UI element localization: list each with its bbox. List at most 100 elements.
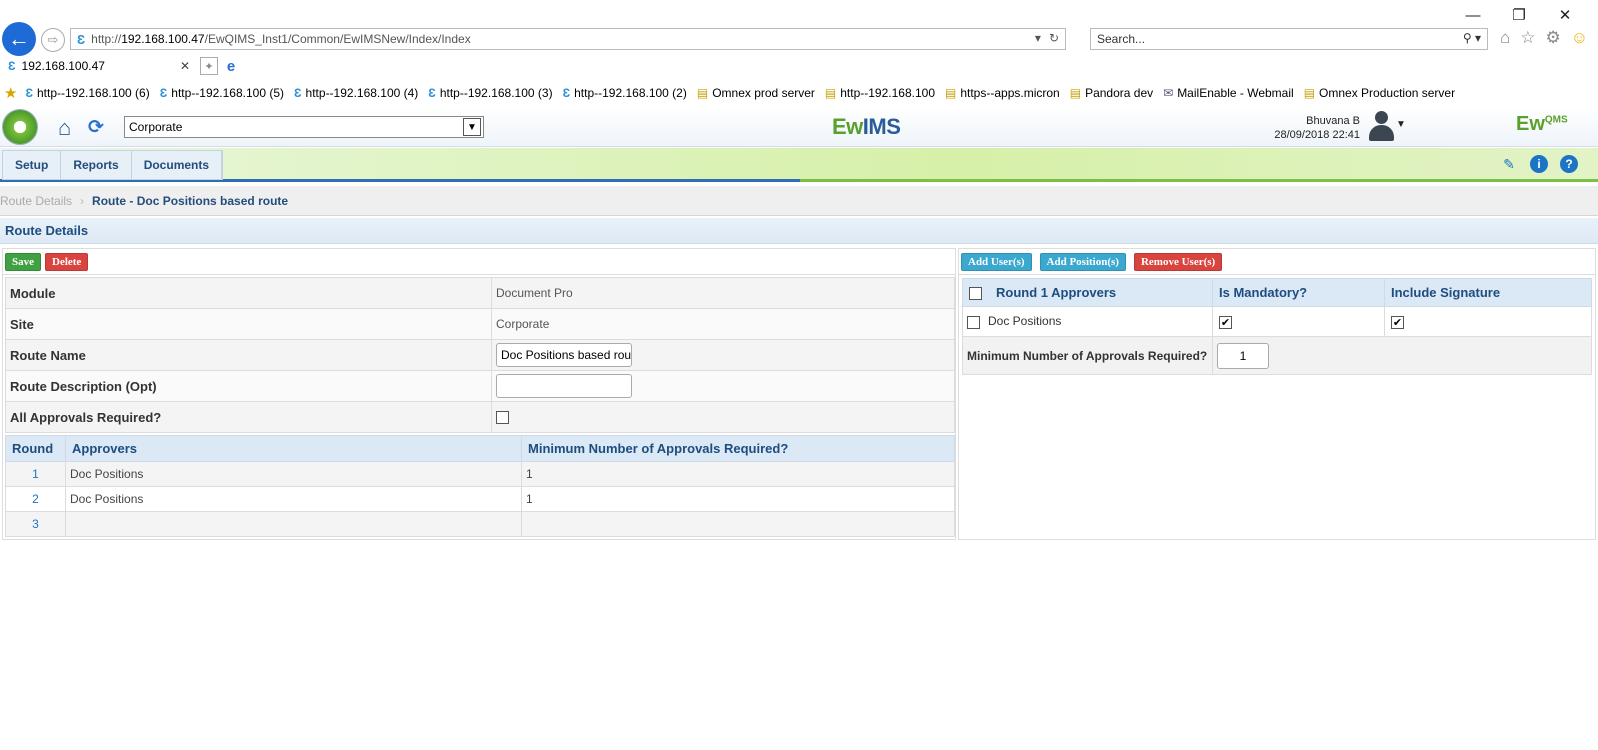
form-row-route-name: Route Name Doc Positions based rou — [5, 339, 955, 371]
home-icon[interactable]: ⌂ — [1500, 28, 1510, 48]
favorite-label: Pandora dev — [1085, 86, 1154, 100]
table-row[interactable]: 2 Doc Positions 1 — [5, 486, 955, 512]
help-icon[interactable]: ? — [1560, 155, 1578, 173]
minimize-button[interactable]: — — [1450, 4, 1496, 26]
pin-icon[interactable]: ✎ — [1500, 155, 1518, 173]
favorite-link[interactable]: ▤ http--192.168.100 — [825, 86, 935, 100]
favorite-link[interactable]: Ɛhttp--192.168.100 (4) — [294, 86, 418, 100]
favorite-link[interactable]: ▤ https--apps.micron — [945, 86, 1060, 100]
dropdown-caret-icon[interactable]: ▾ — [1035, 31, 1041, 45]
min-approvals-cell: 1 — [521, 461, 955, 487]
favorite-link[interactable]: Ɛhttp--192.168.100 (3) — [428, 86, 552, 100]
browser-search-input[interactable]: Search... ⚲ ▾ — [1090, 28, 1488, 50]
min-approvals-input[interactable]: 1 — [1217, 342, 1269, 369]
favorite-link[interactable]: ▤ Omnex prod server — [697, 86, 815, 100]
url-prefix: http:// — [91, 32, 122, 46]
close-window-button[interactable]: ✕ — [1542, 4, 1588, 26]
app-logo[interactable] — [2, 109, 38, 145]
ewims-favicon-icon: Ɛ — [562, 86, 571, 100]
favorite-link[interactable]: ▤ Omnex Production server — [1304, 86, 1455, 100]
module-label: Module — [5, 277, 492, 309]
address-bar[interactable]: Ɛ http:// 192.168.100.47 /EwQIMS_Inst1/C… — [70, 28, 1066, 50]
home-icon[interactable]: ⌂ — [58, 115, 71, 141]
approvers-header: Approvers — [65, 435, 522, 462]
include-signature-checkbox[interactable]: ✔ — [1391, 315, 1404, 329]
min-approvals-header: Minimum Number of Approvals Required? — [521, 435, 955, 462]
ewims-logo: EwIMS — [832, 114, 901, 140]
ewims-favicon-icon: Ɛ — [8, 59, 16, 73]
section-title: Route Details — [0, 218, 1598, 244]
logo-part2: QMS — [1544, 114, 1568, 126]
search-placeholder: Search... — [1097, 32, 1146, 46]
route-name-label: Route Name — [5, 339, 492, 371]
browser-tab[interactable]: Ɛ 192.168.100.47 ✕ — [4, 56, 196, 78]
table-row[interactable]: 3 — [5, 511, 955, 537]
min-approvals-label: Minimum Number of Approvals Required? — [962, 336, 1213, 375]
add-positions-button[interactable]: Add Position(s) — [1039, 252, 1126, 271]
breadcrumb-route-details[interactable]: Route Details — [0, 194, 72, 208]
favorite-label: Omnex Production server — [1319, 86, 1456, 100]
mail-icon: ✉ — [1163, 86, 1174, 100]
ewims-favicon-icon: Ɛ — [159, 86, 168, 100]
route-name-input[interactable]: Doc Positions based rou — [496, 343, 632, 367]
info-icon[interactable]: i — [1530, 155, 1548, 173]
round-approvers-panel: Add User(s) Add Position(s) Remove User(… — [958, 248, 1596, 540]
forward-button[interactable]: ⇨ — [41, 28, 65, 52]
browser-toolbar-icons: ⌂ ☆ ⚙ ☺ — [1500, 28, 1588, 48]
page-icon: ▤ — [696, 86, 709, 100]
save-button[interactable]: Save — [5, 252, 41, 271]
row-select-checkbox[interactable] — [967, 315, 980, 329]
user-avatar-icon[interactable] — [1368, 111, 1394, 141]
restore-button[interactable]: ❐ — [1496, 4, 1542, 26]
back-button[interactable]: ← — [2, 22, 36, 56]
settings-gear-icon[interactable]: ⚙ — [1546, 28, 1561, 48]
remove-users-button[interactable]: Remove User(s) — [1133, 252, 1223, 271]
feedback-smiley-icon[interactable]: ☺ — [1571, 28, 1588, 48]
add-users-button[interactable]: Add User(s) — [961, 252, 1032, 271]
menu-item-setup[interactable]: Setup — [3, 151, 62, 179]
favorite-link[interactable]: ▤ Pandora dev — [1070, 86, 1153, 100]
is-mandatory-checkbox[interactable]: ✔ — [1219, 315, 1232, 329]
delete-button[interactable]: Delete — [45, 252, 89, 271]
favorite-label: http--192.168.100 (4) — [305, 86, 419, 100]
round-link[interactable]: 2 — [5, 486, 66, 512]
select-all-checkbox[interactable] — [969, 287, 982, 301]
form-row-all-approvals: All Approvals Required? — [5, 401, 955, 433]
favorite-link[interactable]: Ɛhttp--192.168.100 (2) — [563, 86, 687, 100]
route-description-input[interactable] — [496, 374, 632, 398]
favorite-link[interactable]: Ɛhttp--192.168.100 (5) — [160, 86, 284, 100]
user-menu-caret-icon[interactable]: ▼ — [1396, 119, 1406, 130]
menu-item-documents[interactable]: Documents — [132, 151, 223, 179]
approvers-header-row: Round 1 Approvers Is Mandatory? Include … — [962, 278, 1592, 307]
favorite-link[interactable]: Ɛhttp--192.168.100 (6) — [25, 86, 149, 100]
refresh-icon[interactable]: ↻ — [1049, 31, 1059, 45]
new-tab-button[interactable]: ✦ — [200, 57, 218, 75]
ie-icon[interactable]: e — [222, 57, 240, 75]
all-approvals-checkbox[interactable] — [496, 411, 509, 425]
round-link[interactable]: 3 — [5, 511, 66, 537]
search-icon[interactable]: ⚲ ▾ — [1463, 31, 1481, 45]
round-link[interactable]: 1 — [5, 461, 66, 487]
all-approvals-label: All Approvals Required? — [5, 401, 492, 433]
site-value: Corporate — [491, 308, 955, 340]
ewims-favicon-icon: Ɛ — [428, 86, 436, 100]
arrow-right-icon: ⇨ — [47, 32, 59, 47]
tab-close-icon[interactable]: ✕ — [180, 59, 190, 73]
is-mandatory-header: Is Mandatory? — [1212, 278, 1385, 307]
logo-part1: Ew — [1516, 113, 1545, 135]
approvers-table: Round 1 Approvers Is Mandatory? Include … — [962, 278, 1592, 375]
route-form: Module Document Pro Site Corporate Route… — [5, 277, 955, 433]
refresh-icon[interactable]: ⟳ — [88, 116, 104, 139]
menu-item-reports[interactable]: Reports — [61, 151, 132, 179]
favorite-link[interactable]: ✉ MailEnable - Webmail — [1163, 86, 1294, 100]
round-approvers-header: Round 1 Approvers — [996, 284, 1117, 300]
favorites-star-icon[interactable]: ☆ — [1520, 28, 1535, 48]
ewims-favicon-icon: Ɛ — [294, 86, 302, 100]
approver-name: Doc Positions — [988, 314, 1062, 329]
route-description-label: Route Description (Opt) — [5, 370, 492, 402]
table-row[interactable]: 1 Doc Positions 1 — [5, 461, 955, 487]
form-row-route-description: Route Description (Opt) — [5, 370, 955, 402]
table-row: Doc Positions ✔ ✔ — [962, 306, 1592, 337]
site-select[interactable]: Corporate ▼ — [124, 116, 484, 138]
favorites-star-icon[interactable]: ★ — [4, 84, 17, 102]
